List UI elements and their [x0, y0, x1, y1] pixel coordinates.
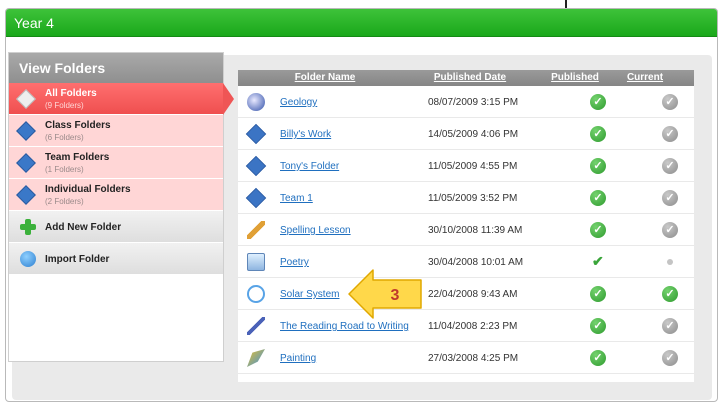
current-check-icon[interactable]: ✓: [662, 94, 678, 110]
published-date: 14/05/2009 4:06 PM: [428, 129, 519, 140]
plus-icon: [20, 219, 36, 235]
published-date: 27/03/2008 4:25 PM: [428, 353, 519, 364]
folder-icon: [16, 153, 36, 173]
current-check-icon[interactable]: ✓: [662, 318, 678, 334]
column-header-folder-name[interactable]: Folder Name: [250, 70, 400, 86]
pencil-icon: [247, 221, 265, 239]
folder-link[interactable]: Tony's Folder: [280, 161, 339, 172]
sidebar-item-class-folders[interactable]: Class Folders (6 Folders): [9, 115, 223, 147]
published-date: 11/04/2008 2:23 PM: [428, 321, 518, 332]
folder-icon: [245, 155, 267, 177]
sidebar-item-team-folders[interactable]: Team Folders (1 Folders): [9, 147, 223, 179]
folder-icon: [245, 187, 267, 209]
published-date: 11/05/2009 4:55 PM: [428, 161, 518, 172]
folder-icon: [16, 89, 36, 109]
column-header-published[interactable]: Published: [540, 70, 610, 86]
import-icon: [20, 251, 36, 267]
published-check-icon: ✓: [590, 350, 606, 366]
current-check-icon[interactable]: ✓: [662, 158, 678, 174]
folder-icon: [16, 185, 36, 205]
published-check-icon: ✓: [590, 286, 606, 302]
current-dot-icon[interactable]: [667, 259, 673, 265]
current-check-icon[interactable]: ✓: [662, 286, 678, 302]
sidebar-item-count: (1 Folders): [45, 165, 84, 174]
table-row: The Reading Road to Writing 11/04/2008 2…: [238, 310, 694, 342]
sidebar-item-count: (2 Folders): [45, 197, 84, 206]
folder-link[interactable]: Poetry: [280, 257, 309, 268]
atom-icon: [247, 285, 265, 303]
folder-link[interactable]: Spelling Lesson: [280, 225, 351, 236]
published-check-icon: ✓: [590, 190, 606, 206]
published-tick-icon: ✔: [592, 253, 604, 269]
published-check-icon: ✓: [590, 222, 606, 238]
published-date: 22/04/2008 9:43 AM: [428, 289, 518, 300]
table-header: Folder Name Published Date Published Cur…: [238, 70, 694, 86]
folder-link[interactable]: The Reading Road to Writing: [280, 321, 409, 332]
published-date: 11/05/2009 3:52 PM: [428, 193, 518, 204]
published-check-icon: ✓: [590, 318, 606, 334]
selection-arrow: [223, 83, 234, 115]
published-check-icon: ✓: [590, 158, 606, 174]
column-header-current[interactable]: Current: [610, 70, 680, 86]
table-row: Painting 27/03/2008 4:25 PM ✓ ✓: [238, 342, 694, 374]
step-callout-arrow: 3: [348, 269, 422, 319]
current-check-icon[interactable]: ✓: [662, 190, 678, 206]
folder-icon: [16, 121, 36, 141]
current-check-icon[interactable]: ✓: [662, 350, 678, 366]
sidebar-item-label: Class Folders: [45, 120, 111, 131]
published-date: 08/07/2009 3:15 PM: [428, 97, 519, 108]
folder-sidebar: View Folders All Folders (9 Folders) Cla…: [8, 52, 234, 362]
folder-link[interactable]: Geology: [280, 97, 317, 108]
action-label: Import Folder: [45, 254, 110, 265]
sidebar-item-label: Individual Folders: [45, 184, 131, 195]
folders-table: Folder Name Published Date Published Cur…: [238, 70, 694, 382]
folder-link[interactable]: Team 1: [280, 193, 313, 204]
sidebar-item-individual-folders[interactable]: Individual Folders (2 Folders): [9, 179, 223, 211]
published-check-icon: ✓: [590, 126, 606, 142]
window-title: Year 4: [14, 15, 54, 31]
sidebar-item-count: (6 Folders): [45, 133, 84, 142]
add-new-folder-button[interactable]: Add New Folder: [9, 211, 223, 243]
sidebar-header: View Folders: [9, 53, 223, 83]
table-row: Team 1 11/05/2009 3:52 PM ✓ ✓: [238, 182, 694, 214]
table-row: Billy's Work 14/05/2009 4:06 PM ✓ ✓: [238, 118, 694, 150]
paint-icon: [247, 349, 265, 367]
folder-link[interactable]: Painting: [280, 353, 316, 364]
step-number: 3: [391, 287, 400, 304]
folder-icon: [245, 123, 267, 145]
current-check-icon[interactable]: ✓: [662, 126, 678, 142]
sidebar-item-label: All Folders: [45, 88, 97, 99]
table-row: Poetry 30/04/2008 10:01 AM ✔: [238, 246, 694, 278]
sidebar-item-label: Team Folders: [45, 152, 110, 163]
folder-link[interactable]: Solar System: [280, 289, 339, 300]
table-row: Solar System 22/04/2008 9:43 AM ✓ ✓: [238, 278, 694, 310]
import-folder-button[interactable]: Import Folder: [9, 243, 223, 275]
sidebar-item-count: (9 Folders): [45, 101, 84, 110]
published-date: 30/04/2008 10:01 AM: [428, 257, 524, 268]
published-check-icon: ✓: [590, 94, 606, 110]
sidebar-item-all-folders[interactable]: All Folders (9 Folders): [9, 83, 234, 115]
title-bar: Year 4: [6, 9, 717, 37]
table-row: Geology 08/07/2009 3:15 PM ✓ ✓: [238, 86, 694, 118]
globe-icon: [247, 93, 265, 111]
table-row: Spelling Lesson 30/10/2008 11:39 AM ✓ ✓: [238, 214, 694, 246]
column-header-published-date[interactable]: Published Date: [400, 70, 540, 86]
folder-link[interactable]: Billy's Work: [280, 129, 331, 140]
published-date: 30/10/2008 11:39 AM: [428, 225, 523, 236]
action-label: Add New Folder: [45, 222, 122, 233]
current-check-icon[interactable]: ✓: [662, 222, 678, 238]
cube-icon: [247, 253, 265, 271]
table-row: Tony's Folder 11/05/2009 4:55 PM ✓ ✓: [238, 150, 694, 182]
pen-icon: [247, 317, 265, 335]
